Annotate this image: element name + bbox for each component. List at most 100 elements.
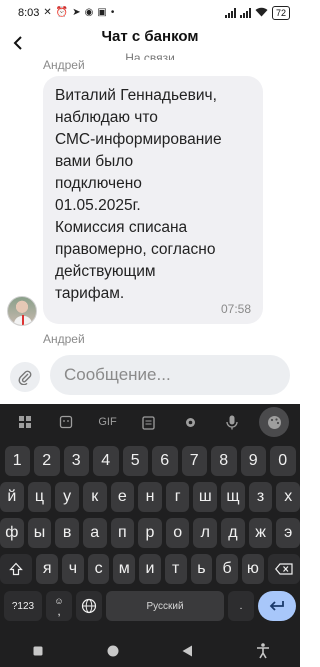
sticker-icon[interactable]: [52, 408, 80, 436]
emoji-comma-key[interactable]: ☺ ,: [46, 591, 72, 621]
home-button[interactable]: [101, 639, 125, 663]
signal-icon: [224, 8, 236, 18]
letter-key[interactable]: у: [55, 482, 79, 512]
gif-icon[interactable]: GIF: [94, 408, 122, 436]
number-key[interactable]: 8: [211, 446, 237, 476]
vk-icon: ▣: [97, 7, 107, 18]
triangle-back-icon: [182, 645, 192, 656]
number-key[interactable]: 9: [240, 446, 266, 476]
letter-key[interactable]: ш: [193, 482, 218, 512]
key-row-bottom: ?123 ☺ , Русский .: [0, 591, 300, 621]
clipboard-icon[interactable]: [135, 408, 163, 436]
letter-key[interactable]: г: [165, 482, 190, 512]
number-key[interactable]: 5: [122, 446, 148, 476]
letter-key[interactable]: щ: [221, 482, 245, 512]
keyboard: GIF 1234567890 йцукенгшщзх фывапролджэ я…: [0, 404, 301, 634]
mute-icon: ✕: [43, 7, 52, 18]
key-row-1: йцукенгшщзх: [0, 482, 301, 512]
letter-key[interactable]: л: [193, 518, 218, 548]
gear-icon[interactable]: [176, 408, 204, 436]
dot-icon: •: [110, 7, 115, 18]
key-row-numbers: 1234567890: [0, 446, 300, 476]
status-left: 8:03 ✕ ⏰ ➤ ◉ ▣ •: [18, 7, 114, 19]
grid-icon[interactable]: [11, 408, 39, 436]
letter-key[interactable]: м: [113, 554, 136, 584]
circle-icon: [107, 645, 118, 656]
number-key[interactable]: 7: [181, 446, 207, 476]
letter-key[interactable]: к: [82, 482, 107, 512]
letter-key[interactable]: з: [248, 482, 273, 512]
keyboard-toolbar: GIF: [0, 404, 300, 440]
message-composer: [0, 348, 300, 404]
letter-key[interactable]: р: [138, 518, 162, 548]
message-bubble[interactable]: Виталий Геннадьевич, наблюдаю что СМС-ин…: [43, 76, 263, 324]
letter-key[interactable]: я: [36, 554, 59, 584]
battery-icon: 72: [271, 6, 290, 20]
letter-key[interactable]: о: [165, 518, 190, 548]
backspace-key[interactable]: [267, 554, 301, 584]
letter-key[interactable]: ь: [190, 554, 213, 584]
avatar: [7, 296, 37, 326]
letter-key[interactable]: х: [276, 482, 301, 512]
enter-icon: [269, 601, 284, 611]
number-key[interactable]: 1: [4, 446, 30, 476]
paperclip-icon: [18, 370, 32, 385]
letter-key[interactable]: ц: [27, 482, 52, 512]
letter-key[interactable]: й: [0, 482, 24, 512]
backspace-icon: [274, 563, 293, 575]
letter-key[interactable]: ф: [0, 518, 24, 548]
message-input[interactable]: [50, 355, 290, 395]
letter-key[interactable]: ч: [62, 554, 84, 584]
back-nav-button[interactable]: [176, 639, 200, 663]
letter-key[interactable]: ы: [27, 518, 52, 548]
letter-key[interactable]: и: [139, 554, 161, 584]
number-key[interactable]: 2: [34, 446, 60, 476]
telegram-icon: ➤: [72, 7, 81, 18]
period-key[interactable]: .: [228, 591, 254, 621]
number-key[interactable]: 4: [93, 446, 119, 476]
number-key[interactable]: 3: [63, 446, 89, 476]
letter-key[interactable]: с: [87, 554, 110, 584]
letter-key[interactable]: н: [138, 482, 162, 512]
letter-key[interactable]: э: [276, 518, 301, 548]
status-bar: 8:03 ✕ ⏰ ➤ ◉ ▣ • 72: [0, 0, 300, 26]
recents-button[interactable]: [26, 639, 50, 663]
letter-key[interactable]: б: [216, 554, 238, 584]
message-time: 07:58: [220, 302, 251, 316]
symbols-key[interactable]: ?123: [4, 591, 42, 621]
sender-name-next: Андрей: [43, 332, 85, 346]
language-key[interactable]: [76, 591, 102, 621]
letter-key[interactable]: в: [55, 518, 79, 548]
accessibility-button[interactable]: [251, 639, 275, 663]
status-right: 72: [224, 6, 290, 20]
accessibility-icon: [256, 642, 269, 658]
mic-icon[interactable]: [218, 408, 246, 436]
key-row-3: ячсмитьбю: [0, 554, 301, 584]
wifi-icon: [255, 7, 268, 20]
palette-icon[interactable]: [259, 407, 290, 437]
chat-messages[interactable]: Андрей Виталий Геннадьевич, наблюдаю что…: [0, 58, 300, 348]
letter-key[interactable]: ю: [241, 554, 264, 584]
shift-key[interactable]: [0, 554, 33, 584]
signal-2-icon: [239, 8, 251, 18]
alarm-icon: ⏰: [55, 7, 69, 18]
space-key[interactable]: Русский: [106, 591, 224, 621]
letter-key[interactable]: е: [110, 482, 135, 512]
whatsapp-icon: ◉: [84, 7, 94, 18]
square-icon: [33, 646, 42, 655]
enter-key[interactable]: [258, 591, 296, 621]
letter-key[interactable]: ж: [248, 518, 273, 548]
attach-button[interactable]: [10, 362, 40, 392]
letter-key[interactable]: а: [82, 518, 107, 548]
system-nav-bar: [0, 634, 300, 667]
globe-icon: [81, 598, 97, 614]
letter-key[interactable]: т: [164, 554, 187, 584]
number-key[interactable]: 0: [270, 446, 296, 476]
message-text: Виталий Геннадьевич, наблюдаю что СМС-ин…: [55, 87, 222, 302]
sender-name: Андрей: [43, 58, 85, 72]
letter-key[interactable]: д: [221, 518, 245, 548]
page-title: Чат с банком: [101, 28, 199, 45]
key-row-2: фывапролджэ: [0, 518, 301, 548]
letter-key[interactable]: п: [110, 518, 135, 548]
number-key[interactable]: 6: [152, 446, 178, 476]
